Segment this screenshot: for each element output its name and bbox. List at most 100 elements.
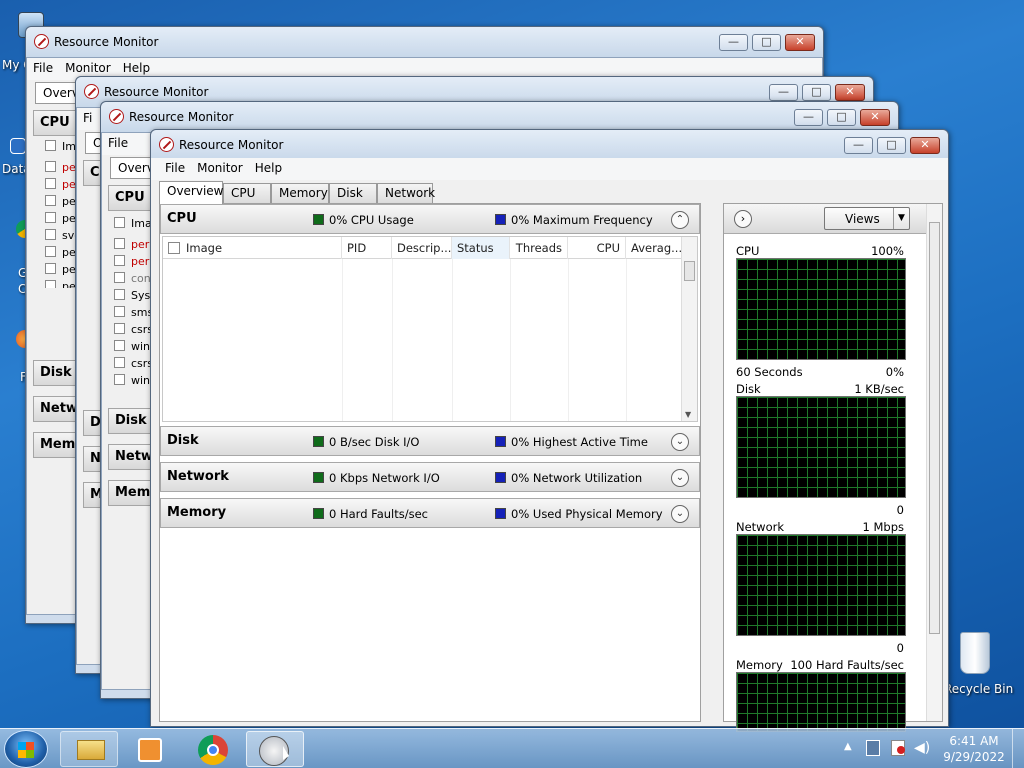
checkbox[interactable] [45, 140, 56, 151]
checkbox[interactable] [45, 263, 56, 274]
list-item[interactable]: Ima [114, 217, 152, 233]
show-hidden-icons-icon[interactable]: ▲ [844, 741, 852, 752]
maximize-button[interactable]: □ [827, 109, 856, 126]
tab-cpu[interactable]: CPU [223, 183, 271, 203]
resource-monitor-window[interactable]: Resource Monitor — □ ✕ File Monitor Help O… [150, 129, 949, 732]
checkbox[interactable] [114, 340, 125, 351]
minimize-button[interactable]: — [719, 34, 748, 51]
checkbox[interactable] [114, 357, 125, 368]
checkbox[interactable] [114, 323, 125, 334]
vertical-scrollbar[interactable]: ▼ [681, 237, 697, 421]
list-item[interactable]: win [114, 374, 150, 390]
column-pid[interactable]: PID [342, 237, 392, 259]
section-disk[interactable]: Disk 0 B/sec Disk I/O 0% Highest Active … [160, 426, 700, 456]
list-item[interactable]: per [114, 255, 149, 271]
network-icon[interactable] [866, 740, 880, 756]
column-image[interactable]: Image [163, 237, 342, 259]
close-button[interactable]: ✕ [835, 84, 865, 101]
menu-monitor[interactable]: Monitor [59, 58, 117, 78]
list-item[interactable]: csrs [114, 323, 153, 339]
volume-icon[interactable]: ◀) [914, 740, 930, 756]
column-divider [568, 259, 569, 421]
scroll-thumb[interactable] [929, 222, 940, 634]
action-center-icon[interactable] [891, 740, 905, 756]
column-threads[interactable]: Threads [510, 237, 568, 259]
expand-icon[interactable]: ⌄ [671, 505, 689, 523]
taskbar-resource-monitor[interactable] [246, 731, 304, 767]
tab-network[interactable]: Network [377, 183, 435, 203]
maximize-button[interactable]: □ [752, 34, 781, 51]
menu-help[interactable]: Help [117, 58, 156, 78]
desktop-icon-data[interactable]: Data [2, 120, 31, 176]
scroll-thumb[interactable] [684, 261, 695, 281]
checkbox[interactable] [45, 178, 56, 189]
title-bar[interactable]: Resource Monitor — □ ✕ [101, 102, 898, 132]
menu-file[interactable]: Fi [77, 108, 98, 128]
disk-io: 0 B/sec Disk I/O [329, 435, 420, 449]
tab-memory[interactable]: Memory [271, 183, 329, 203]
collapse-pane-icon[interactable]: › [734, 210, 752, 228]
checkbox[interactable] [114, 255, 125, 266]
clock-date[interactable]: 9/29/2022 [940, 750, 1008, 764]
title-bar[interactable]: Resource Monitor — □ ✕ [151, 130, 948, 160]
menu-file[interactable]: File [159, 158, 191, 178]
close-button[interactable]: ✕ [785, 34, 815, 51]
section-network[interactable]: Network 0 Kbps Network I/O 0% Network Ut… [160, 462, 700, 492]
select-all-checkbox[interactable] [168, 242, 180, 254]
title-bar[interactable]: Resource Monitor — □ ✕ [26, 27, 823, 57]
close-button[interactable]: ✕ [910, 137, 940, 154]
checkbox[interactable] [114, 238, 125, 249]
list-item[interactable]: csrs [114, 357, 153, 373]
checkbox[interactable] [45, 195, 56, 206]
minimize-button[interactable]: — [794, 109, 823, 126]
tab-overview[interactable]: Overview [159, 181, 224, 204]
collapse-icon[interactable]: ⌃ [671, 211, 689, 229]
checkbox[interactable] [114, 306, 125, 317]
taskbar-explorer[interactable] [60, 731, 118, 767]
checkbox[interactable] [45, 212, 56, 223]
clock-time[interactable]: 6:41 AM [946, 734, 1002, 748]
section-memory[interactable]: Memory 0 Hard Faults/sec 0% Used Physica… [160, 498, 700, 528]
close-button[interactable]: ✕ [860, 109, 890, 126]
column-average-cpu[interactable]: Averag... [626, 237, 683, 259]
checkbox[interactable] [114, 374, 125, 385]
section-cpu[interactable]: CPU 0% CPU Usage 0% Maximum Frequency ⌃ [160, 204, 700, 234]
desktop-icon-recycle-bin[interactable]: Recycle Bin [944, 628, 1024, 698]
maximize-button[interactable]: □ [877, 137, 906, 154]
minimize-button[interactable]: — [844, 137, 873, 154]
graph-title-network: Network [736, 520, 785, 534]
maximize-button[interactable]: □ [802, 84, 831, 101]
checkbox[interactable] [114, 289, 125, 300]
chrome-icon [198, 735, 228, 765]
tab-disk[interactable]: Disk [329, 183, 377, 203]
start-button[interactable] [4, 730, 48, 768]
expand-icon[interactable]: ⌄ [671, 469, 689, 487]
minimize-button[interactable]: — [769, 84, 798, 101]
list-item[interactable]: per [114, 238, 149, 254]
taskbar-media-player[interactable] [122, 731, 180, 767]
show-desktop-button[interactable] [1012, 729, 1024, 768]
expand-icon[interactable]: ⌄ [671, 433, 689, 451]
list-item[interactable]: win [114, 340, 150, 356]
list-item[interactable]: con [114, 272, 151, 288]
column-cpu[interactable]: CPU [568, 237, 626, 259]
column-description[interactable]: Descrip... [392, 237, 452, 259]
checkbox[interactable] [45, 280, 56, 288]
menu-monitor[interactable]: Monitor [191, 158, 249, 178]
column-status[interactable]: Status [452, 237, 510, 259]
graphs-scrollbar[interactable] [926, 204, 942, 721]
taskbar-chrome[interactable] [184, 731, 242, 767]
checkbox[interactable] [114, 217, 125, 228]
menu-file[interactable]: File [27, 58, 59, 78]
menu-file[interactable]: File [102, 133, 134, 153]
scroll-down-arrow-icon[interactable]: ▼ [685, 410, 691, 419]
checkbox[interactable] [45, 161, 56, 172]
list-item[interactable]: sms [114, 306, 153, 322]
menu-help[interactable]: Help [249, 158, 288, 178]
checkbox[interactable] [45, 246, 56, 257]
list-item[interactable]: Syst [114, 289, 154, 305]
network-io-indicator [313, 472, 324, 483]
checkbox[interactable] [114, 272, 125, 283]
checkbox[interactable] [45, 229, 56, 240]
views-dropdown[interactable]: Views ▼ [824, 207, 910, 230]
